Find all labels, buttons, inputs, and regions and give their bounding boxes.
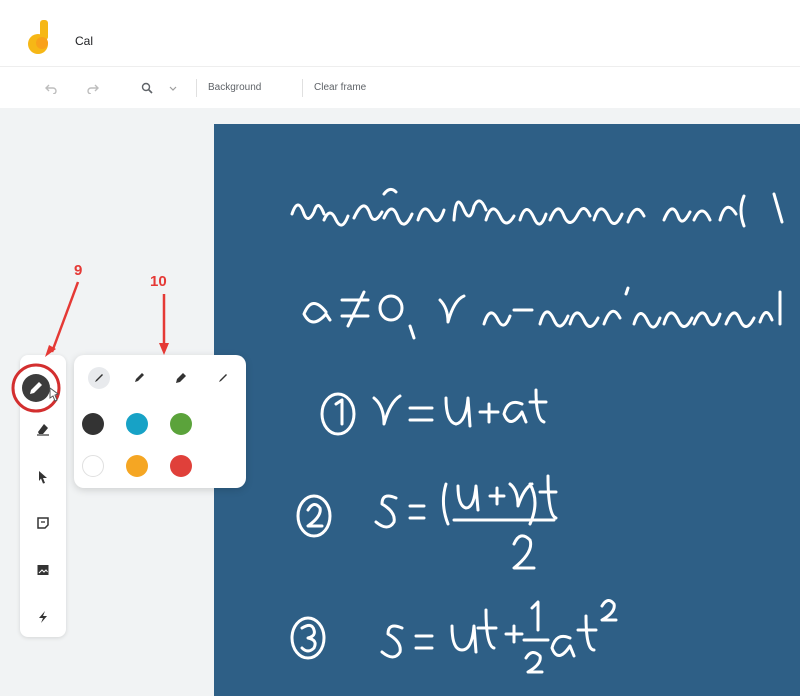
highlighter-icon[interactable] <box>212 367 234 389</box>
pen-icon[interactable] <box>10 362 62 414</box>
color-swatch-white[interactable] <box>82 455 104 477</box>
annotation-label-10: 10 <box>150 273 167 290</box>
image-icon[interactable] <box>33 560 53 580</box>
chevron-down-icon[interactable] <box>164 79 182 97</box>
handwriting-drawing <box>290 187 784 674</box>
whiteboard-canvas[interactable] <box>214 124 800 696</box>
pen-options-popup <box>74 355 246 488</box>
redo-icon[interactable] <box>84 79 102 97</box>
undo-icon[interactable] <box>42 79 60 97</box>
arrowhead-10-icon <box>159 343 169 355</box>
select-arrow-icon[interactable] <box>33 467 53 487</box>
toolbar-divider <box>196 79 197 97</box>
sticky-note-icon[interactable] <box>33 513 53 533</box>
laser-icon[interactable] <box>33 607 53 627</box>
clear-frame-button[interactable]: Clear frame <box>314 82 366 93</box>
app-logo <box>28 20 48 54</box>
eraser-icon[interactable] <box>33 419 53 439</box>
color-swatch-green[interactable] <box>170 413 192 435</box>
color-swatch-blue[interactable] <box>126 413 148 435</box>
annotation-arrow-9 <box>50 281 80 353</box>
app-title: Cal <box>75 34 94 48</box>
pen-medium-icon[interactable] <box>128 367 150 389</box>
zoom-icon[interactable] <box>138 79 156 97</box>
toolbar-divider <box>302 79 303 97</box>
color-swatch-red[interactable] <box>170 455 192 477</box>
app-header: Cal <box>0 0 800 66</box>
background-button[interactable]: Background <box>208 82 261 93</box>
color-swatch-black[interactable] <box>82 413 104 435</box>
annotation-label-9: 9 <box>74 262 83 279</box>
toolbar: Background Clear frame <box>0 66 800 108</box>
marker-icon[interactable] <box>170 367 192 389</box>
pen-thin-icon[interactable] <box>88 367 110 389</box>
color-swatch-orange[interactable] <box>126 455 148 477</box>
